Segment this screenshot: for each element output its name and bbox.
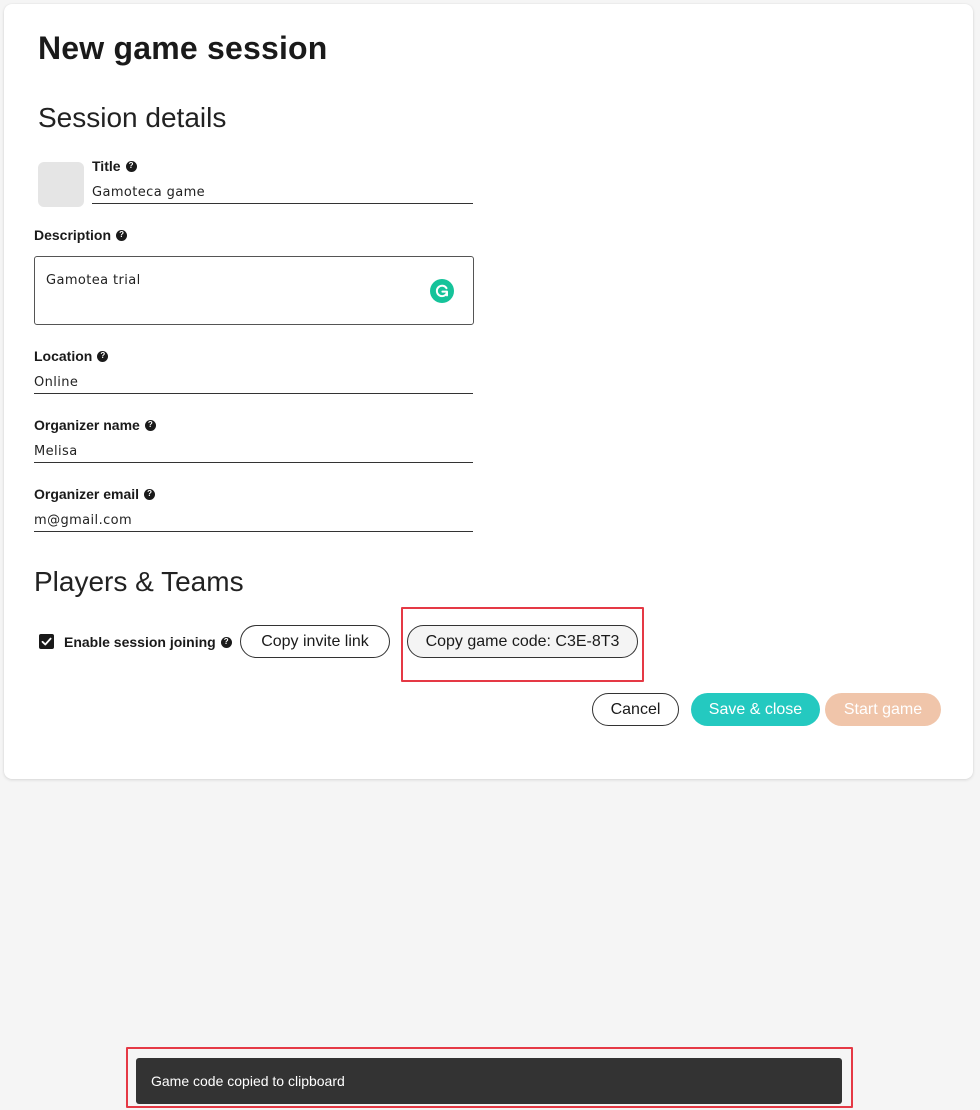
- organizer-email-label-row: Organizer email ?: [34, 486, 156, 502]
- grammarly-icon[interactable]: [430, 279, 454, 303]
- copy-invite-link-button[interactable]: Copy invite link: [240, 625, 390, 658]
- help-icon[interactable]: ?: [220, 636, 232, 648]
- organizer-email-label: Organizer email: [34, 486, 140, 502]
- description-text: Gamotea trial: [46, 273, 141, 288]
- location-input[interactable]: [34, 371, 473, 394]
- location-label-row: Location ?: [34, 348, 109, 364]
- enable-joining-checkbox[interactable]: [39, 634, 54, 649]
- description-label-row: Description ?: [34, 227, 128, 243]
- snackbar: Game code copied to clipboard: [136, 1058, 842, 1104]
- snackbar-message: Game code copied to clipboard: [151, 1073, 345, 1089]
- help-icon[interactable]: ?: [125, 160, 137, 172]
- organizer-name-input[interactable]: [34, 440, 473, 463]
- description-label: Description: [34, 227, 112, 243]
- title-label: Title: [92, 158, 121, 174]
- organizer-name-label: Organizer name: [34, 417, 140, 433]
- help-icon[interactable]: ?: [144, 488, 156, 500]
- enable-joining-label-row: Enable session joining ?: [64, 634, 232, 650]
- start-game-button[interactable]: Start game: [825, 693, 941, 726]
- enable-joining-label[interactable]: Enable session joining: [64, 634, 216, 650]
- help-icon[interactable]: ?: [116, 229, 128, 241]
- save-close-button[interactable]: Save & close: [691, 693, 820, 726]
- page-title: New game session: [38, 30, 328, 66]
- title-input[interactable]: [92, 181, 473, 204]
- organizer-name-label-row: Organizer name ?: [34, 417, 156, 433]
- session-image-placeholder[interactable]: [38, 162, 84, 207]
- title-label-row: Title ?: [92, 158, 137, 174]
- players-teams-heading: Players & Teams: [34, 566, 244, 597]
- help-icon[interactable]: ?: [97, 350, 109, 362]
- session-form-card: New game session Session details Title ?…: [4, 4, 973, 779]
- description-textarea[interactable]: Gamotea trial: [34, 256, 474, 325]
- organizer-email-input[interactable]: [34, 509, 473, 532]
- help-icon[interactable]: ?: [144, 419, 156, 431]
- copy-game-code-button[interactable]: Copy game code: C3E-8T3: [407, 625, 638, 658]
- session-details-heading: Session details: [38, 102, 227, 133]
- location-label: Location: [34, 348, 93, 364]
- cancel-button[interactable]: Cancel: [592, 693, 679, 726]
- checkmark-icon: [41, 637, 52, 646]
